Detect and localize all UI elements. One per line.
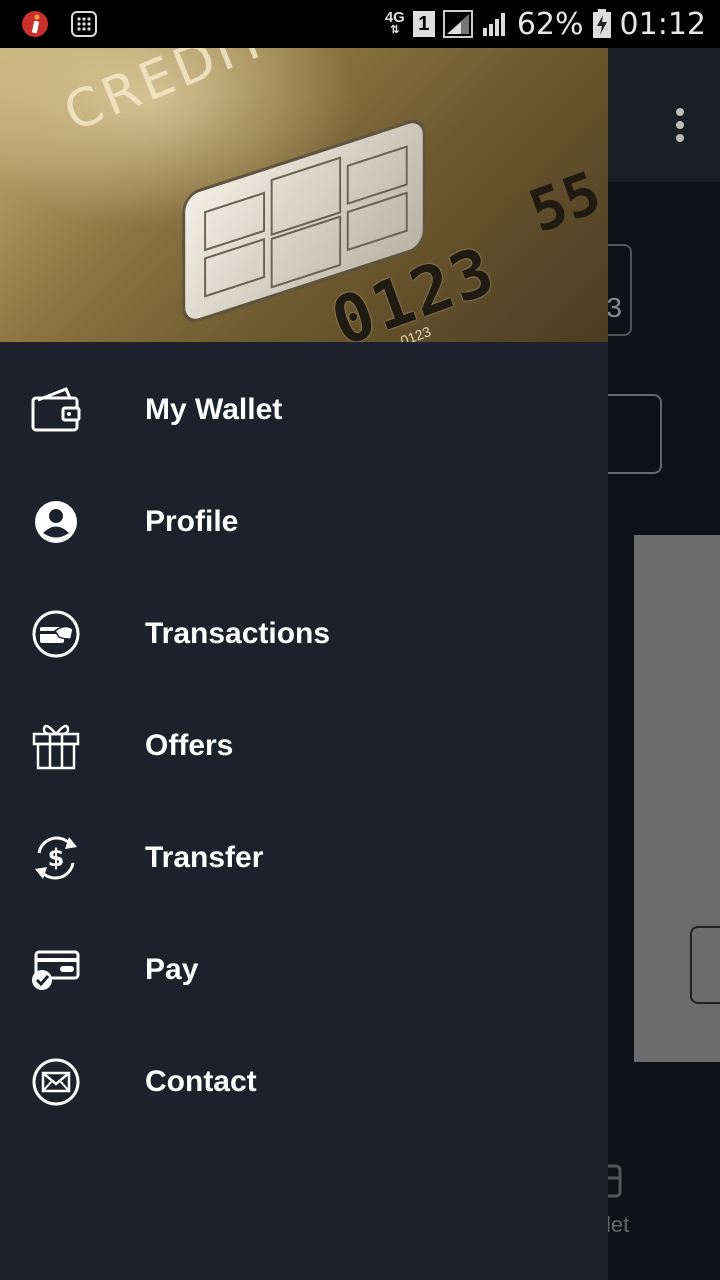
menu-item-label: Pay	[145, 953, 199, 986]
navigation-drawer[interactable]: CREDIT CA 0123 55 0123 My Wallet	[0, 48, 608, 1280]
bottom-nav-label: let	[606, 1212, 630, 1237]
signal-icon	[442, 10, 473, 38]
svg-text:$: $	[48, 844, 65, 872]
drawer-menu: My Wallet Profile Transactions Offers $ …	[0, 342, 608, 1138]
battery-charging-icon	[592, 9, 612, 39]
background-card-value: 3	[606, 292, 622, 323]
menu-item-transfer[interactable]: $ Transfer	[0, 802, 608, 914]
menu-item-contact[interactable]: Contact	[0, 1026, 608, 1138]
pay-icon	[30, 944, 82, 996]
status-bar: 4G ⇅ 1 62% 01:12	[0, 0, 720, 48]
transfer-icon: $	[30, 832, 82, 884]
gift-icon	[30, 720, 82, 772]
menu-item-profile[interactable]: Profile	[0, 466, 608, 578]
menu-item-label: Transfer	[145, 841, 264, 874]
profile-icon	[30, 496, 82, 548]
network-type-indicator: 4G ⇅	[384, 9, 405, 36]
clock: 01:12	[619, 6, 706, 42]
signal-icon-2	[481, 10, 509, 38]
menu-item-label: My Wallet	[145, 393, 283, 426]
menu-item-label: Offers	[145, 729, 234, 762]
menu-item-pay[interactable]: Pay	[0, 914, 608, 1026]
mail-icon	[30, 1056, 82, 1108]
menu-item-label: Transactions	[145, 617, 331, 650]
card-number-partial: 55	[520, 158, 608, 246]
sim-slot-badge: 1	[412, 11, 435, 37]
app-info-icon	[20, 9, 50, 39]
wallet-icon	[30, 384, 82, 436]
menu-item-transactions[interactable]: Transactions	[0, 578, 608, 690]
background-panel-button	[690, 926, 720, 1004]
transactions-icon	[30, 608, 82, 660]
menu-item-label: Contact	[145, 1065, 257, 1098]
keypad-notification-icon	[70, 10, 98, 38]
menu-item-offers[interactable]: Offers	[0, 690, 608, 802]
more-options-icon[interactable]	[676, 108, 684, 147]
menu-item-label: Profile	[145, 505, 239, 538]
menu-item-my-wallet[interactable]: My Wallet	[0, 354, 608, 466]
battery-percent: 62%	[516, 6, 584, 42]
drawer-header-image: CREDIT CA 0123 55 0123	[0, 48, 608, 342]
